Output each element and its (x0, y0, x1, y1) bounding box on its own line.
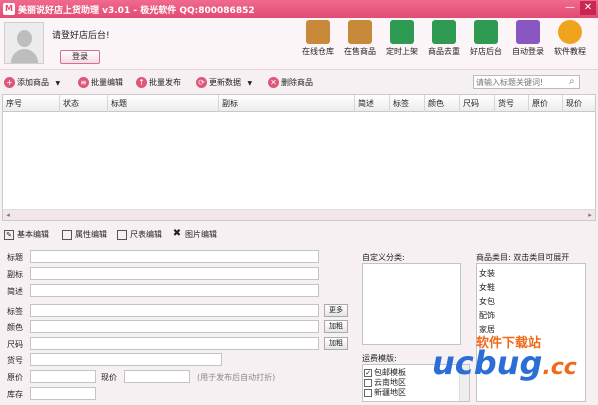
summary-field[interactable] (30, 284, 319, 297)
login-button[interactable]: 登录 (60, 50, 100, 64)
column-header[interactable]: 简述 (355, 95, 390, 112)
tool-shop-backend[interactable]: 好店后台 (466, 20, 506, 67)
table-icon (117, 229, 127, 240)
column-header[interactable]: 状态 (60, 95, 108, 112)
column-header[interactable]: 标签 (390, 95, 425, 112)
size-label: 尺码 (7, 340, 23, 349)
tag-field[interactable] (30, 304, 319, 317)
summary-label: 简述 (7, 287, 23, 296)
watermark-logo: ucbug.cc (432, 344, 577, 382)
refresh-icon: ⟳ (196, 77, 207, 88)
column-header[interactable]: 序号 (3, 95, 60, 112)
more-tags-button[interactable]: 更多 (324, 304, 348, 317)
tools-icon: ✖ (172, 227, 182, 239)
column-header[interactable]: 原价 (529, 95, 563, 112)
column-header[interactable]: 颜色 (425, 95, 460, 112)
tutorial-icon (558, 20, 582, 44)
add-product-button[interactable]: + 添加商品 ▼ (4, 76, 60, 89)
stock-field[interactable] (30, 387, 96, 400)
checkbox-icon[interactable] (364, 378, 372, 387)
checkbox-icon[interactable] (364, 388, 372, 397)
delete-product-button[interactable]: ✕ 删除商品 (268, 76, 313, 89)
shipping-option[interactable]: 新疆地区 (364, 387, 406, 398)
category-item[interactable]: 女鞋 (479, 282, 495, 293)
color-bold-button[interactable]: 加粗 (324, 320, 348, 333)
batch-publish-button[interactable]: ↑ 批量发布 (136, 76, 181, 89)
login-prompt: 请登好店后台! (52, 31, 110, 41)
tool-dedupe[interactable]: 商品去重 (424, 20, 464, 67)
subtitle-label: 副标 (7, 270, 23, 279)
tool-scheduled-listing[interactable]: 定时上架 (382, 20, 422, 67)
title-bar: M 美丽说好店上货助理 v3.01 - 极光软件 QQ:800086852 — … (0, 0, 598, 18)
subtitle-field[interactable] (30, 267, 319, 280)
current-price-field[interactable] (124, 370, 190, 383)
timer-icon (390, 20, 414, 44)
current-price-label: 现价 (101, 373, 117, 382)
size-field[interactable] (30, 337, 319, 350)
column-header[interactable]: 现价 (563, 95, 595, 112)
search-input[interactable] (473, 75, 580, 89)
tool-tutorial[interactable]: 软件教程 (550, 20, 590, 67)
batch-edit-button[interactable]: ≡ 批量编辑 (78, 76, 123, 89)
search-icon[interactable]: ⌕ (569, 76, 575, 87)
product-category-label: 商品类目: 双击类目可展开 (476, 253, 570, 262)
plus-icon: + (4, 77, 15, 88)
original-price-label: 原价 (7, 373, 23, 382)
tab-size-edit[interactable]: 尺表编辑 (117, 229, 162, 240)
edit-icon: ≡ (78, 77, 89, 88)
original-price-field[interactable] (30, 370, 96, 383)
title-field[interactable] (30, 250, 319, 263)
dropdown-arrow-icon[interactable]: ▼ (56, 80, 61, 87)
document-icon (62, 229, 72, 240)
auto-login-icon (516, 20, 540, 44)
update-data-button[interactable]: ⟳ 更新数据 ▼ (196, 76, 252, 89)
color-field[interactable] (30, 320, 319, 333)
app-icon: M (3, 3, 15, 15)
window-title: 美丽说好店上货助理 v3.01 - 极光软件 QQ:800086852 (18, 6, 255, 16)
category-item[interactable]: 配饰 (479, 310, 495, 321)
header: 请登好店后台! 登录 在线仓库 在售商品 定时上架 商品去重 好店后台 自动登录… (0, 18, 598, 70)
watermark: 软件下载站 ucbug.cc (432, 332, 596, 402)
shipping-template-label: 运费模版: (362, 354, 397, 363)
tab-basic-edit[interactable]: ✎ 基本编辑 (4, 229, 49, 240)
price-note: (用于发布后自动打折) (197, 373, 276, 382)
minimize-button[interactable]: — (562, 1, 578, 15)
warehouse-icon (306, 20, 330, 44)
product-table[interactable]: 序号 状态 标题 副标 简述 标签 颜色 尺码 货号 原价 现价 ◂ ▸ (2, 94, 596, 221)
scroll-right-icon[interactable]: ▸ (585, 210, 595, 221)
tag-label: 标签 (7, 307, 23, 316)
dropdown-arrow-icon[interactable]: ▼ (248, 80, 253, 87)
title-label: 标题 (7, 253, 23, 262)
edit-tabs: ✎ 基本编辑 属性编辑 尺表编辑 ✖ 图片编辑 (0, 226, 598, 244)
sku-field[interactable] (30, 353, 222, 366)
column-header[interactable]: 货号 (495, 95, 529, 112)
tool-online-warehouse[interactable]: 在线仓库 (298, 20, 338, 67)
delete-icon: ✕ (268, 77, 279, 88)
upload-icon: ↑ (136, 77, 147, 88)
table-header: 序号 状态 标题 副标 简述 标签 颜色 尺码 货号 原价 现价 (3, 95, 595, 112)
close-button[interactable]: ✕ (580, 1, 596, 15)
on-sale-icon (348, 20, 372, 44)
horizontal-scrollbar[interactable]: ◂ ▸ (3, 209, 595, 220)
column-header[interactable]: 副标 (219, 95, 355, 112)
category-item[interactable]: 女装 (479, 268, 495, 279)
category-item[interactable]: 女包 (479, 296, 495, 307)
tool-auto-login[interactable]: 自动登录 (508, 20, 548, 67)
dedupe-icon (432, 20, 456, 44)
tool-on-sale[interactable]: 在售商品 (340, 20, 380, 67)
tab-attribute-edit[interactable]: 属性编辑 (62, 229, 107, 240)
pencil-icon: ✎ (4, 229, 14, 240)
checkbox-checked-icon[interactable]: ✓ (364, 368, 372, 377)
custom-category-label: 自定义分类: (362, 253, 405, 262)
tab-image-edit[interactable]: ✖ 图片编辑 (172, 227, 217, 240)
column-header[interactable]: 尺码 (460, 95, 495, 112)
scroll-left-icon[interactable]: ◂ (3, 210, 13, 221)
color-label: 颜色 (7, 323, 23, 332)
avatar (4, 22, 44, 64)
sku-label: 货号 (7, 356, 23, 365)
stock-label: 库存 (7, 390, 23, 399)
shop-backend-icon (474, 20, 498, 44)
column-header[interactable]: 标题 (108, 95, 219, 112)
size-bold-button[interactable]: 加粗 (324, 337, 348, 350)
